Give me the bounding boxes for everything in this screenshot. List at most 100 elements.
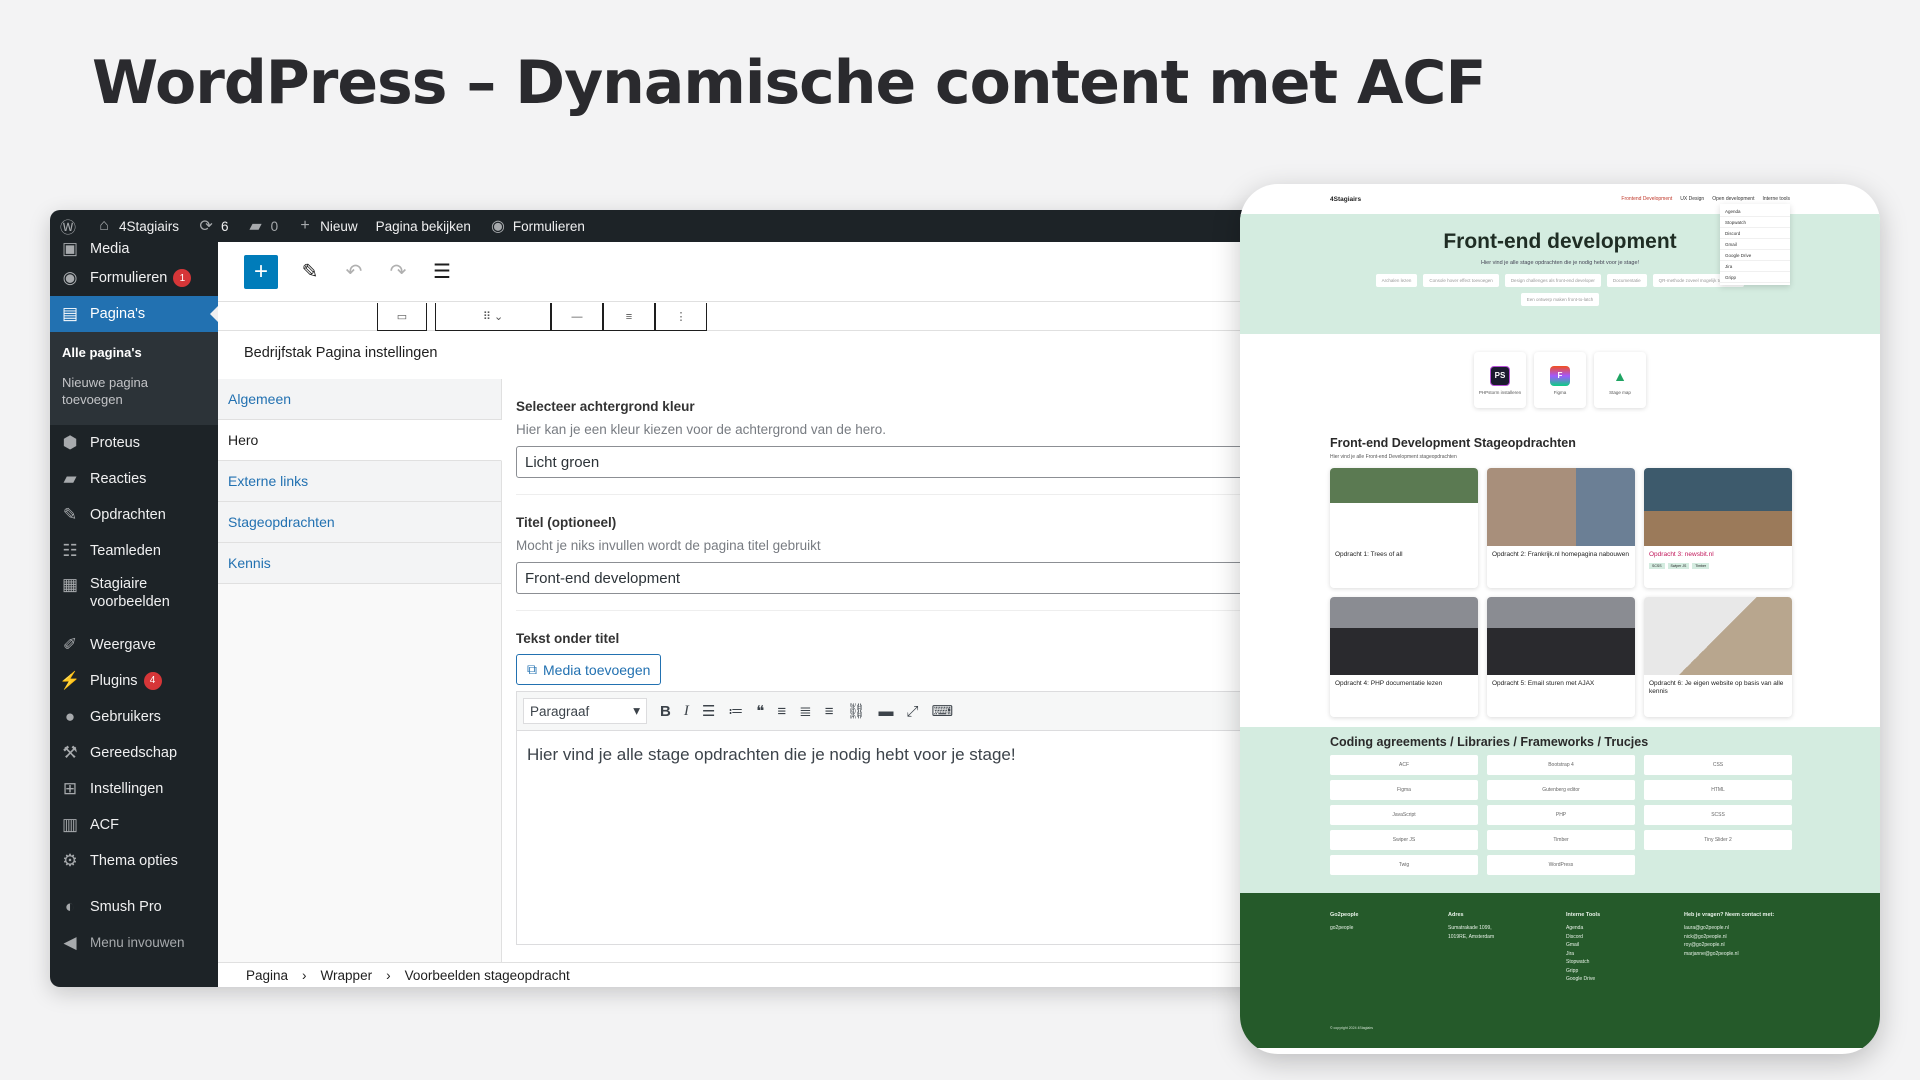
agreement-item[interactable]: Swiper JS [1330,830,1478,850]
dropdown-item[interactable]: Google Drive [1720,250,1790,261]
breadcrumb-item[interactable]: Wrapper [321,968,373,983]
tool-tile-figma[interactable]: F Figma [1534,352,1586,408]
sidebar-item-tools[interactable]: ⚒ Gereedschap [50,735,218,771]
assignment-card[interactable]: Opdracht 2: Frankrijk.nl homepagina nabo… [1487,468,1635,588]
new-content-link[interactable]: + Nieuw [287,210,367,242]
sidebar-item-acf[interactable]: ▥ ACF [50,807,218,843]
agreement-item[interactable]: PHP [1487,805,1635,825]
footer-link[interactable]: Jira [1566,950,1684,959]
sidebar-item-forms[interactable]: ◉ Formulieren 1 [50,260,218,296]
align-left-icon[interactable]: ≡ [777,703,786,720]
assignment-card[interactable]: Opdracht 3: newsbit.nl SCSS Swiper JS Timbe… [1644,468,1792,588]
tab-externe-links[interactable]: Externe links [218,461,501,502]
bullet-list-icon[interactable]: ☰ [702,702,715,720]
view-page-link[interactable]: Pagina bekijken [367,210,480,242]
nav-link[interactable]: Interne tools [1762,196,1790,202]
numbered-list-icon[interactable]: ≔ [728,702,743,720]
site-logo[interactable]: 4Stagiairs [1330,196,1361,203]
quote-icon[interactable]: ❝ [756,702,764,720]
dropdown-item[interactable]: Discord [1720,228,1790,239]
sidebar-item-settings[interactable]: ⊞ Instellingen [50,771,218,807]
nav-link[interactable]: Open development [1712,196,1754,202]
footer-link[interactable]: roy@go2people.nl [1684,941,1802,950]
hero-chip[interactable]: Console hover effect toevoegen [1423,274,1499,287]
sidebar-item-examples[interactable]: ▦ Stagiaire voorbeelden [50,569,218,617]
sidebar-item-smush[interactable]: ◐ Smush Pro [50,889,218,925]
sidebar-item-assignments[interactable]: ✎ Opdrachten [50,497,218,533]
nav-link[interactable]: Frontend Development [1621,196,1672,202]
footer-text[interactable]: go2people [1330,924,1448,933]
tool-tile-drive[interactable]: ▲ Stage map [1594,352,1646,408]
agreement-item[interactable]: Bootstrap 4 [1487,755,1635,775]
more-options-button[interactable]: ⋮ [655,303,707,331]
agreement-item[interactable]: CSS [1644,755,1792,775]
tab-kennis[interactable]: Kennis [218,543,501,584]
sidebar-item-pages[interactable]: ▤ Pagina's [50,296,218,332]
footer-link[interactable]: Google Drive [1566,975,1684,984]
footer-link[interactable]: Gripp [1566,967,1684,976]
hero-chip[interactable]: Archalen lezen [1375,274,1418,287]
sidebar-item-proteus[interactable]: ⬢ Proteus [50,425,218,461]
agreement-item[interactable]: Gutenberg editor [1487,780,1635,800]
agreement-item[interactable]: JavaScript [1330,805,1478,825]
sidebar-item-media[interactable]: ▣ Media [50,238,218,260]
assignment-card[interactable]: Opdracht 6: Je eigen website op basis va… [1644,597,1792,717]
assignment-card[interactable]: Opdracht 5: Email sturen met AJAX [1487,597,1635,717]
agreement-item[interactable]: SCSS [1644,805,1792,825]
add-block-button[interactable]: + [244,254,278,289]
agreement-item[interactable]: Tiny Slider 2 [1644,830,1792,850]
comments-link[interactable]: ▰ 0 [238,210,288,242]
dropdown-item[interactable]: Agenda [1720,206,1790,217]
sidebar-item-appearance[interactable]: ✐ Weergave [50,627,218,663]
tab-stageopdrachten[interactable]: Stageopdrachten [218,502,501,543]
list-view-icon[interactable]: ☰ [430,259,454,284]
sidebar-item-theme-options[interactable]: ⚙ Thema opties [50,843,218,879]
footer-link[interactable]: Agenda [1566,924,1684,933]
width-button[interactable]: ≡ [603,303,655,331]
tool-tile-phpstorm[interactable]: PS PHPstorm installeren [1474,352,1526,408]
dropdown-item[interactable]: Gripp [1720,272,1790,283]
background-color-select[interactable]: Licht groen [516,446,1290,478]
align-center-icon[interactable]: ≣ [799,702,812,720]
breadcrumb-item[interactable]: Pagina [246,968,288,983]
hero-chip[interactable]: Documentatie [1606,274,1647,287]
block-type-button[interactable]: ▭ [377,303,427,331]
footer-link[interactable]: laura@go2people.nl [1684,924,1802,933]
align-button[interactable]: — [551,303,603,331]
agreement-item[interactable]: Twig [1330,855,1478,875]
read-more-icon[interactable]: ▬ [879,703,894,720]
sidebar-item-team[interactable]: ☷ Teamleden [50,533,218,569]
link-icon[interactable]: ⛓ [846,702,865,720]
hero-chip[interactable]: Design challenges als front-end develope… [1504,274,1601,287]
footer-link[interactable]: Discord [1566,933,1684,942]
sidebar-item-comments[interactable]: ▰ Reacties [50,461,218,497]
sidebar-item-users[interactable]: ● Gebruikers [50,699,218,735]
footer-link[interactable]: Stopwatch [1566,958,1684,967]
collapse-menu-button[interactable]: ◀ Menu invouwen [50,925,218,961]
submenu-new-page[interactable]: Nieuwe pagina toevoegen [50,368,218,415]
sidebar-item-plugins[interactable]: ⚡ Plugins 4 [50,663,218,699]
footer-link[interactable]: marjanne@go2people.nl [1684,950,1802,959]
redo-icon[interactable]: ↷ [386,259,410,284]
forms-link[interactable]: ◉ Formulieren [480,210,594,242]
hero-chip[interactable]: Een ontwerp maken front-to-latch [1520,293,1600,306]
tab-algemeen[interactable]: Algemeen [218,379,501,420]
bold-icon[interactable]: B [660,703,671,720]
title-input[interactable]: Front-end development [516,562,1290,594]
assignment-card[interactable]: Opdracht 4: PHP documentatie lezen [1330,597,1478,717]
nav-link[interactable]: UX Design [1680,196,1704,202]
agreement-item[interactable]: Timber [1487,830,1635,850]
add-media-button[interactable]: ⧉ Media toevoegen [516,654,662,685]
undo-icon[interactable]: ↶ [342,259,366,284]
agreement-item[interactable]: Figma [1330,780,1478,800]
dropdown-item[interactable]: Jira [1720,261,1790,272]
submenu-all-pages[interactable]: Alle pagina's [50,338,218,368]
dropdown-item[interactable]: Gmail [1720,239,1790,250]
wysiwyg-editor[interactable]: Hier vind je alle stage opdrachten die j… [516,731,1290,945]
assignment-card[interactable]: Opdracht 1: Trees of all [1330,468,1478,588]
footer-link[interactable]: nick@go2people.nl [1684,933,1802,942]
format-select[interactable]: Paragraaf ▾ [523,698,647,724]
dropdown-item[interactable]: Stopwatch [1720,217,1790,228]
block-move-button[interactable]: ⠿ ⌄ [435,303,551,331]
align-right-icon[interactable]: ≡ [825,703,834,720]
